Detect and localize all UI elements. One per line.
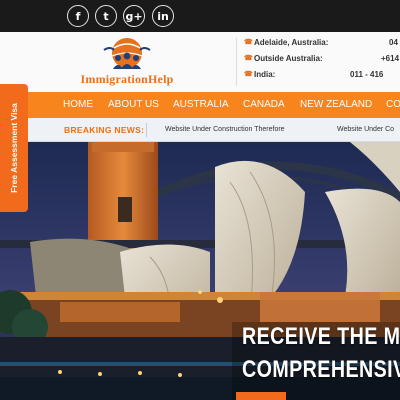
twitter-icon[interactable]: t bbox=[95, 5, 117, 27]
free-assessment-label: Free Assessment Visa bbox=[9, 103, 19, 193]
nav-new-zealand[interactable]: NEW ZEALAND bbox=[300, 99, 372, 110]
contact-value: +614 bbox=[381, 54, 400, 63]
social-bar: f t g+ in bbox=[0, 0, 400, 32]
logo-text: ImmigrationHelp bbox=[80, 72, 174, 86]
site-header: ImmigrationHelp ☎ Adelaide, Australia: 0… bbox=[0, 32, 400, 92]
nav-home[interactable]: HOME bbox=[63, 99, 93, 110]
contact-outside: ☎ Outside Australia: bbox=[244, 54, 323, 63]
contact-adelaide: ☎ Adelaide, Australia: bbox=[244, 38, 329, 47]
news-ticker-item[interactable]: Website Under Construction Therefore bbox=[165, 126, 285, 133]
phone-icon: ☎ bbox=[244, 71, 253, 78]
nav-canada[interactable]: CANADA bbox=[243, 99, 285, 110]
hero-heading-line1: RECEIVE THE M bbox=[242, 323, 400, 350]
contact-label: Adelaide, Australia: bbox=[254, 38, 329, 47]
free-assessment-tab[interactable]: Free Assessment Visa bbox=[0, 84, 28, 212]
main-nav: HOME ABOUT US AUSTRALIA CANADA NEW ZEALA… bbox=[0, 92, 400, 118]
phone-icon: ☎ bbox=[244, 55, 253, 62]
linkedin-icon[interactable]: in bbox=[152, 5, 174, 27]
logo-mark-icon bbox=[103, 38, 151, 69]
nav-australia[interactable]: AUSTRALIA bbox=[173, 99, 229, 110]
header-divider bbox=[236, 38, 237, 86]
news-ticker-item[interactable]: Website Under Co bbox=[337, 126, 394, 133]
nav-more[interactable]: CO bbox=[386, 99, 400, 110]
breaking-news-label: BREAKING NEWS: bbox=[64, 125, 145, 135]
contact-label: India: bbox=[254, 70, 276, 79]
phone-icon: ☎ bbox=[244, 39, 253, 46]
site-logo[interactable]: ImmigrationHelp bbox=[64, 36, 190, 90]
nav-about-us[interactable]: ABOUT US bbox=[108, 99, 159, 110]
contact-label: Outside Australia: bbox=[254, 54, 323, 63]
facebook-icon[interactable]: f bbox=[67, 5, 89, 27]
contact-value: 011 - 416 bbox=[350, 70, 384, 79]
hero-banner: RECEIVE THE M COMPREHENSIV bbox=[0, 142, 400, 400]
breaking-news-bar: BREAKING NEWS: Website Under Constructio… bbox=[0, 118, 400, 142]
contact-india: ☎ India: bbox=[244, 70, 276, 79]
hero-heading-line2: COMPREHENSIV bbox=[242, 356, 400, 383]
google-plus-icon[interactable]: g+ bbox=[123, 5, 145, 27]
contact-value: 04 bbox=[389, 38, 398, 47]
news-divider bbox=[146, 123, 147, 137]
